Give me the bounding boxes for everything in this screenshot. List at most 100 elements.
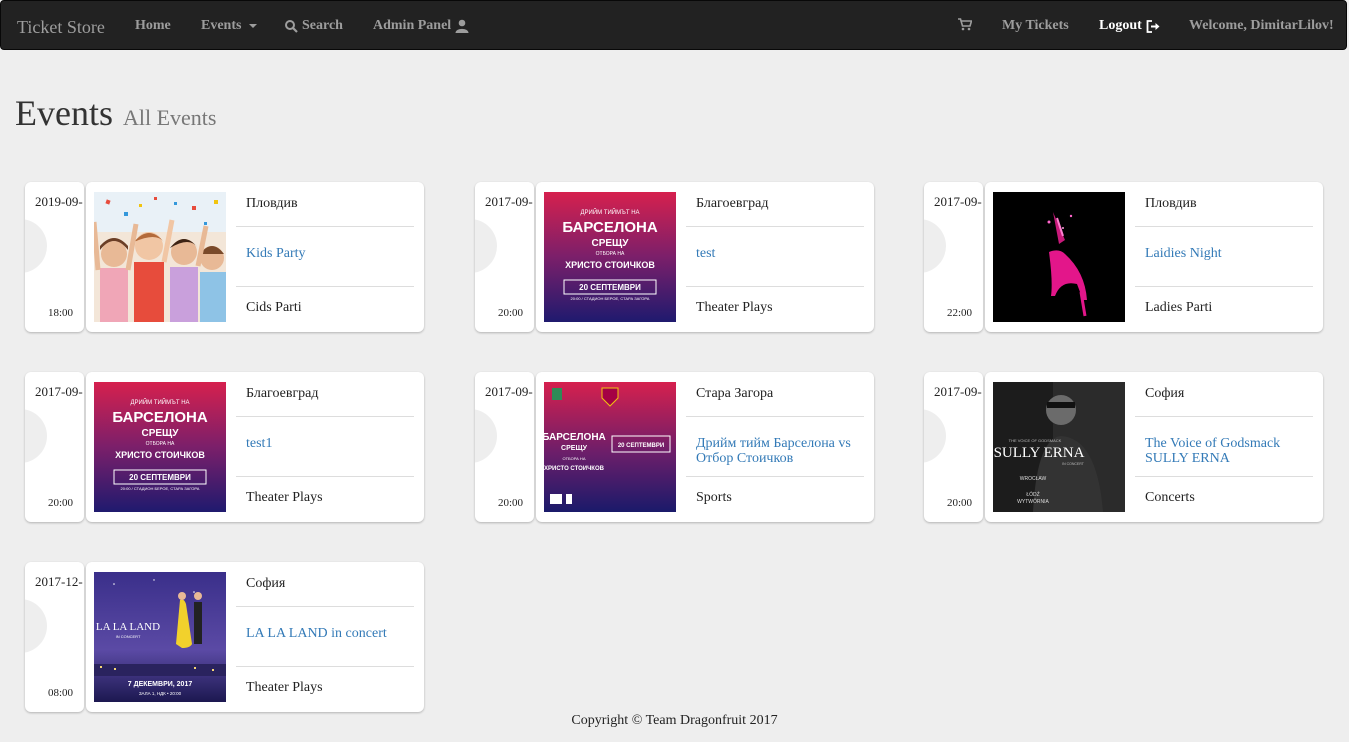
divider <box>236 476 414 477</box>
divider <box>1135 286 1313 287</box>
event-date: 2017-09- <box>35 384 83 399</box>
page-title: Events <box>15 93 113 133</box>
event-poster[interactable]: ДРИЙМ ТИЙМЪТ НА БАРСЕЛОНА СРЕЩУ ОТБОРА Н… <box>94 382 226 512</box>
poster-big-text: БАРСЕЛОНА <box>544 432 606 443</box>
event-date-box: 2017-09- 20:00 <box>475 182 534 332</box>
stara-zagora-crest-icon <box>552 388 562 400</box>
search-icon <box>285 19 298 33</box>
event-date: 2017-09- <box>934 194 982 209</box>
event-card[interactable]: 2017-09- 20:00 THE VOICE OF GODSMACK SULL… <box>924 372 1323 522</box>
event-date-box: 2017-09- 20:00 <box>25 372 84 522</box>
event-poster[interactable]: ДРИЙМ ТИЙМЪТ НА БАРСЕЛОНА СРЕЩУ ОТБОРА Н… <box>544 192 676 322</box>
event-time: 08:00 <box>48 687 74 699</box>
event-poster[interactable] <box>94 192 226 322</box>
logout-icon <box>1146 19 1160 33</box>
event-poster[interactable]: THE VOICE OF GODSMACK SULLY ERNA IN CONC… <box>993 382 1125 512</box>
poster-venue-text: WYTWÓRNIA <box>1017 498 1049 505</box>
event-city: Стара Загора <box>696 386 774 401</box>
event-card[interactable]: 2019-09- 18:00 Пловдив Kids Party Cids Part… <box>25 182 424 332</box>
event-city: Благоевград <box>696 196 769 211</box>
nav-search[interactable]: Search <box>285 18 343 34</box>
nav-logout[interactable]: Logout <box>1099 18 1161 34</box>
event-name-link[interactable]: test1 <box>246 436 414 451</box>
ticket-notch <box>924 409 946 463</box>
cart-button[interactable] <box>958 18 972 31</box>
divider <box>686 286 864 287</box>
event-date: 2017-09- <box>934 384 982 399</box>
poster-date-text: 20 СЕПТЕМВРИ <box>618 443 664 449</box>
event-time: 20:00 <box>48 497 74 509</box>
poster-top-text: THE VOICE OF GODSMACK <box>1009 438 1062 443</box>
divider <box>236 666 414 667</box>
poster-mid-text: СРЕЩУ <box>561 445 588 452</box>
event-card[interactable]: 2017-09- 20:00 БАРСЕЛОНА СРЕЩУ ОТБОРА НА … <box>475 372 874 522</box>
event-info-box: THE VOICE OF GODSMACK SULLY ERNA IN CONC… <box>985 372 1323 522</box>
divider <box>236 286 414 287</box>
poster-date-text: 20 СЕПТЕМВРИ <box>129 473 191 482</box>
nav-admin-label: Admin Panel <box>373 18 452 33</box>
poster-city1-text: WROCŁAW <box>1020 476 1047 482</box>
event-info-box: Пловдив Kids Party Cids Parti <box>86 182 424 332</box>
ticket-notch <box>25 599 47 653</box>
barcelona-poster-image: ДРИЙМ ТИЙМЪТ НА БАРСЕЛОНА СРЕЩУ ОТБОРА Н… <box>544 192 676 322</box>
poster-big-text: SULLY ERNA <box>994 445 1085 461</box>
divider <box>1135 416 1313 417</box>
nav-admin-panel[interactable]: Admin Panel <box>373 18 469 34</box>
event-card[interactable]: 2017-09- 22:00 Пловдив Laidies Night Ladies… <box>924 182 1323 332</box>
event-poster[interactable]: LA LA LAND IN CONCERT 7 ДЕКЕМВРИ, 2017 З… <box>94 572 226 702</box>
poster-date-text: 20 СЕПТЕМВРИ <box>579 283 641 292</box>
poster-place-text: 20:00 / СТАДИОН БЕРОЕ, СТАРА ЗАГОРА <box>571 296 650 301</box>
nav-home[interactable]: Home <box>135 18 171 34</box>
poster-sub-text: ОТБОРА НА <box>563 456 586 461</box>
barcelona-vs-stoichkov-poster-image: БАРСЕЛОНА СРЕЩУ ОТБОРА НА ХРИСТО СТОИЧКО… <box>544 382 676 512</box>
event-category: Theater Plays <box>696 300 773 315</box>
poster-top-text: ДРИЙМ ТИЙМЪТ НА <box>580 208 639 216</box>
event-name-link[interactable]: test <box>696 246 864 261</box>
nav-welcome-user[interactable]: Welcome, DimitarLilov! <box>1189 18 1334 34</box>
event-date-box: 2019-09- 18:00 <box>25 182 84 332</box>
event-category: Theater Plays <box>246 490 323 505</box>
event-category: Sports <box>696 490 732 505</box>
poster-big-text: БАРСЕЛОНА <box>112 409 208 426</box>
poster-mid-text: IN CONCERT <box>1062 462 1085 466</box>
event-name-link[interactable]: LA LA LAND in concert <box>246 626 414 641</box>
ticket-notch <box>924 219 946 273</box>
event-category: Ladies Parti <box>1145 300 1213 315</box>
event-poster[interactable]: БАРСЕЛОНА СРЕЩУ ОТБОРА НА ХРИСТО СТОИЧКО… <box>544 382 676 512</box>
event-city: София <box>246 576 286 591</box>
event-info-box: LA LA LAND IN CONCERT 7 ДЕКЕМВРИ, 2017 З… <box>86 562 424 712</box>
poster-place-text: ЗАЛА 1, НДК • 20:00 <box>139 691 182 696</box>
event-name-link[interactable]: Дрийм тийм Барселона vs Отбор Стоичков <box>696 436 864 466</box>
event-poster[interactable] <box>993 192 1125 322</box>
caret-down-icon <box>249 24 258 28</box>
event-card[interactable]: 2017-09- 20:00 ДРИЙМ ТИЙМЪТ НА БАРСЕЛОНА … <box>475 182 874 332</box>
event-date: 2017-09- <box>485 194 533 209</box>
poster-name-text: ХРИСТО СТОИЧКОВ <box>115 450 205 460</box>
event-date-box: 2017-09- 22:00 <box>924 182 983 332</box>
poster-sub-text: ОТБОРА НА <box>146 441 175 447</box>
divider <box>236 606 414 607</box>
poster-mid-text: СРЕЩУ <box>592 238 630 249</box>
barcelona-poster-image: ДРИЙМ ТИЙМЪТ НА БАРСЕЛОНА СРЕЩУ ОТБОРА Н… <box>94 382 226 512</box>
divider <box>236 226 414 227</box>
nav-events-dropdown[interactable]: Events <box>201 18 258 34</box>
event-city: Благоевград <box>246 386 319 401</box>
event-card[interactable]: 2017-12- 08:00 LA LA LAND IN CONCERT 7 ДЕ… <box>25 562 424 712</box>
poster-mid-text: IN CONCERT <box>116 634 141 639</box>
nav-logout-label: Logout <box>1099 18 1142 33</box>
divider <box>1135 476 1313 477</box>
event-date: 2019-09- <box>35 194 83 209</box>
event-time: 18:00 <box>48 307 74 319</box>
footer-copyright: Copyright © Team Dragonfruit 2017 <box>571 713 778 728</box>
event-name-link[interactable]: The Voice of Godsmack SULLY ERNA <box>1145 436 1313 466</box>
event-card[interactable]: 2017-09- 20:00 ДРИЙМ ТИЙМЪТ НА БАРСЕЛОНА … <box>25 372 424 522</box>
shopping-cart-icon <box>958 18 972 31</box>
event-date: 2017-09- <box>485 384 533 399</box>
event-category: Cids Parti <box>246 300 302 315</box>
event-time: 20:00 <box>498 307 524 319</box>
nav-my-tickets[interactable]: My Tickets <box>1002 18 1069 34</box>
poster-big-text: LA LA LAND <box>96 621 160 633</box>
event-name-link[interactable]: Laidies Night <box>1145 246 1313 261</box>
event-name-link[interactable]: Kids Party <box>246 246 414 261</box>
brand-link[interactable]: Ticket Store <box>17 17 105 38</box>
